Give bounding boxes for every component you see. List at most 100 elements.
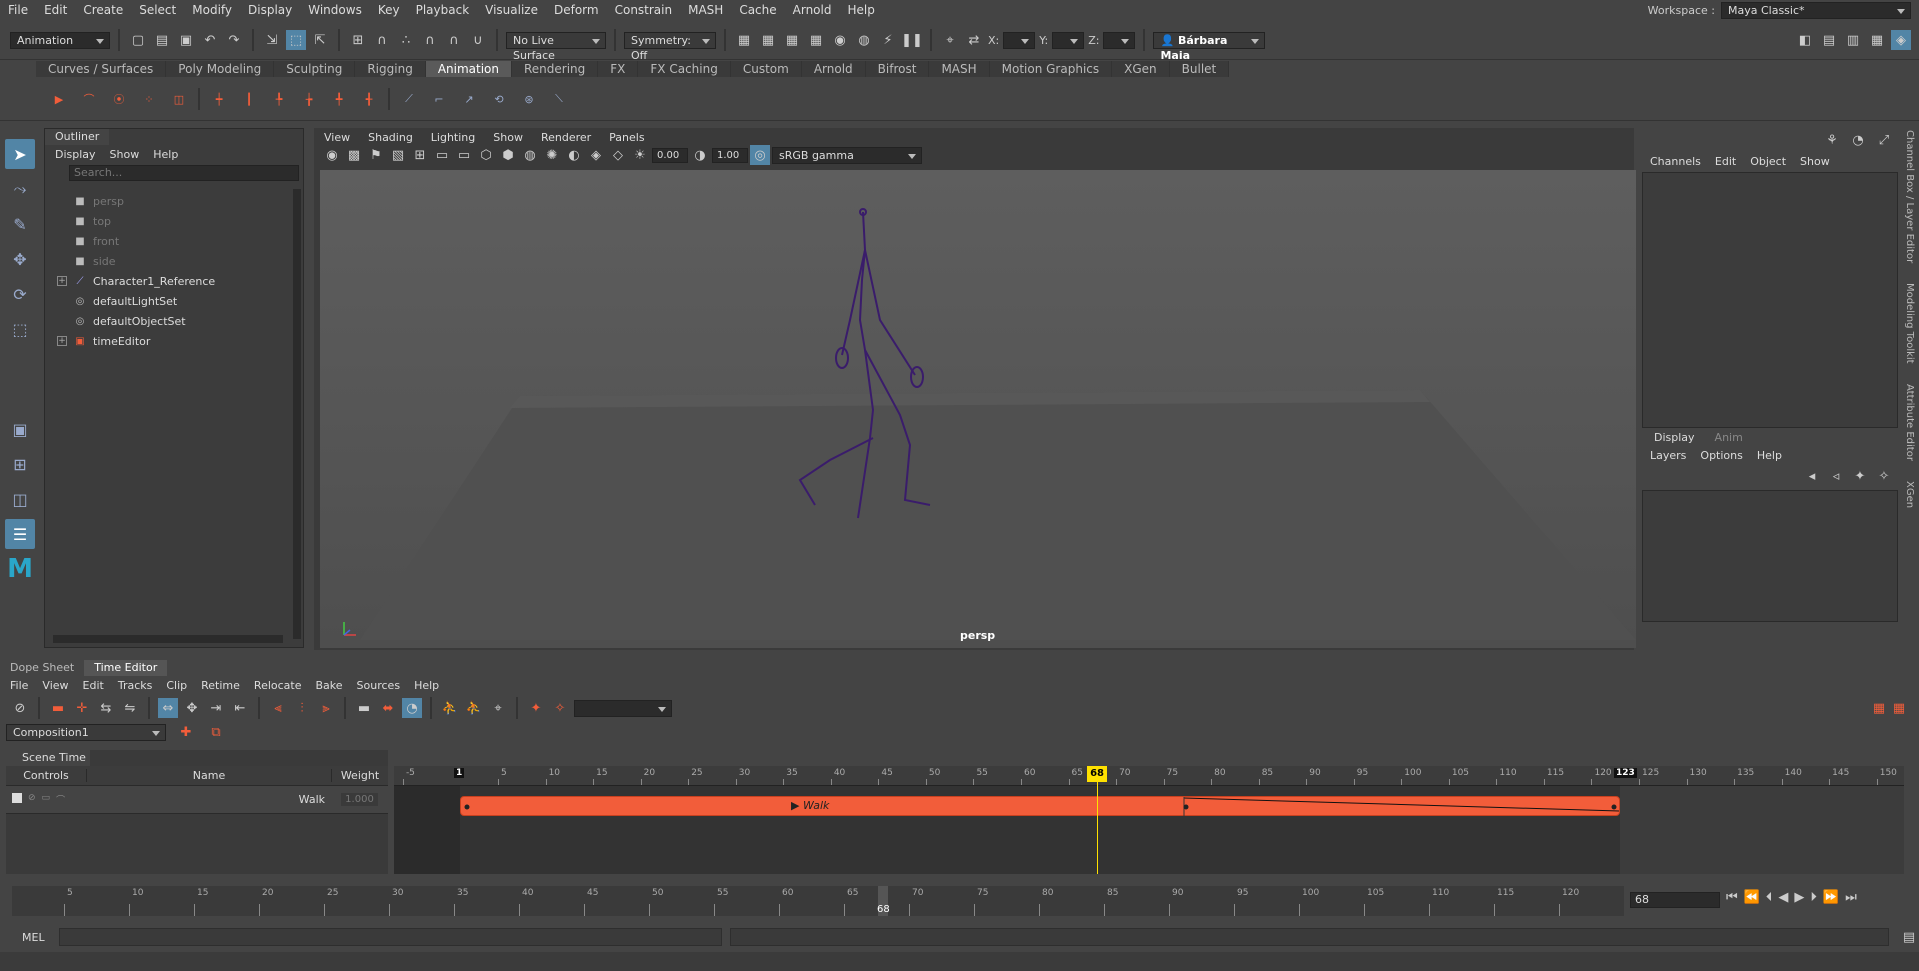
- side-tab-xgen[interactable]: XGen: [1904, 481, 1915, 508]
- shelf-tab-mash[interactable]: MASH: [929, 61, 990, 77]
- loop-clip-icon[interactable]: ⇤: [230, 698, 250, 718]
- viewport-menu-shading[interactable]: Shading: [368, 131, 413, 144]
- viewport-menu-lighting[interactable]: Lighting: [431, 131, 475, 144]
- menu-windows[interactable]: Windows: [300, 0, 370, 20]
- menu-create[interactable]: Create: [75, 0, 131, 20]
- menu-set-dropdown[interactable]: Animation: [10, 31, 110, 49]
- outliner-menu-show[interactable]: Show: [110, 148, 140, 161]
- panel-tab-dope-sheet[interactable]: Dope Sheet: [0, 660, 84, 676]
- shadows-icon[interactable]: ◐: [564, 145, 584, 165]
- current-frame-field[interactable]: 68: [1630, 892, 1720, 908]
- mute-icon[interactable]: ⊘: [10, 698, 30, 718]
- blend-icon[interactable]: ⬌: [378, 698, 398, 718]
- outliner-node[interactable]: ◎ defaultObjectSet: [45, 311, 295, 331]
- snap-curve-icon[interactable]: ∩: [372, 30, 392, 50]
- outliner-tab[interactable]: Outliner: [45, 129, 110, 145]
- track-weight-field[interactable]: 1.000: [341, 793, 378, 806]
- tool-settings-icon[interactable]: ▥: [1843, 30, 1863, 50]
- lights-icon[interactable]: ✺: [542, 145, 562, 165]
- mel-label[interactable]: MEL: [0, 931, 59, 944]
- shelf-tab-custom[interactable]: Custom: [730, 61, 802, 77]
- outliner-node[interactable]: ■ side: [45, 251, 295, 271]
- ghost-icon[interactable]: ⦿: [106, 86, 132, 112]
- track-mute-icon[interactable]: ⊘: [28, 793, 36, 806]
- duplicate-composition-icon[interactable]: ⧉: [206, 722, 226, 742]
- walk-clip[interactable]: ▶ Walk: [460, 796, 1620, 817]
- side-tab-modeling-toolkit[interactable]: Modeling Toolkit: [1904, 283, 1915, 364]
- menu-arnold[interactable]: Arnold: [785, 0, 840, 20]
- xray-icon[interactable]: ◇: [608, 145, 628, 165]
- snap-point-icon[interactable]: ∴: [396, 30, 416, 50]
- ipr-render-icon[interactable]: ▦: [782, 30, 802, 50]
- rig-icon[interactable]: ⛹: [464, 698, 484, 718]
- bind-skin-icon[interactable]: ⟲: [486, 86, 512, 112]
- select-object-icon[interactable]: ⬚: [286, 30, 306, 50]
- shelf-tab-fx-caching[interactable]: FX Caching: [638, 61, 731, 77]
- snap-surface-icon[interactable]: ∩: [444, 30, 464, 50]
- outliner-h-scrollbar[interactable]: [53, 635, 283, 643]
- shelf-tab-bifrost[interactable]: Bifrost: [865, 61, 930, 77]
- track-solo-icon[interactable]: ⌒: [56, 793, 65, 806]
- live-surface-field[interactable]: No Live Surface: [506, 31, 606, 62]
- menu-constrain[interactable]: Constrain: [607, 0, 681, 20]
- four-pane-icon[interactable]: ⊞: [5, 449, 35, 479]
- attribute-editor-icon[interactable]: ▤: [1819, 30, 1839, 50]
- parent-constraint-icon[interactable]: ╄: [266, 86, 292, 112]
- new-composition-icon[interactable]: ✚: [176, 722, 196, 742]
- scale-constraint-icon[interactable]: ╉: [356, 86, 382, 112]
- time-editor-menu-tracks[interactable]: Tracks: [118, 679, 153, 692]
- playblast-icon[interactable]: ▶: [46, 86, 72, 112]
- image-plane-icon[interactable]: ▧: [388, 145, 408, 165]
- color-space-dropdown[interactable]: sRGB gamma: [772, 146, 922, 164]
- snap-time-icon[interactable]: ◔: [402, 698, 422, 718]
- render-frame-icon[interactable]: ▦: [734, 30, 754, 50]
- z-field[interactable]: [1103, 31, 1136, 49]
- undo-icon[interactable]: ↶: [200, 30, 220, 50]
- track-lock-icon[interactable]: ▭: [42, 793, 51, 806]
- camera-select-icon[interactable]: ◉: [322, 145, 342, 165]
- workspace-dropdown[interactable]: Maya Classic*: [1721, 1, 1911, 19]
- hold-icon[interactable]: ▬: [354, 698, 374, 718]
- key-icon[interactable]: ✦: [526, 698, 546, 718]
- outliner-node[interactable]: ■ persp: [45, 191, 295, 211]
- add-audio-icon[interactable]: ⇋: [120, 698, 140, 718]
- clip-split-icon[interactable]: ⫶: [292, 698, 312, 718]
- y-field[interactable]: [1052, 31, 1085, 49]
- select-tool-icon[interactable]: ➤: [5, 139, 35, 169]
- layer-menu-options[interactable]: Options: [1700, 449, 1742, 462]
- menu-select[interactable]: Select: [131, 0, 184, 20]
- outliner-search-input[interactable]: Search...: [69, 165, 299, 181]
- menu-key[interactable]: Key: [370, 0, 408, 20]
- render-settings-icon[interactable]: ▦: [806, 30, 826, 50]
- menu-playback[interactable]: Playback: [408, 0, 478, 20]
- rotate-tool-icon[interactable]: ⟳: [5, 279, 35, 309]
- x-field[interactable]: [1003, 31, 1036, 49]
- outliner-node[interactable]: ◎ defaultLightSet: [45, 291, 295, 311]
- isolate-select-icon[interactable]: ◈: [586, 145, 606, 165]
- smooth-shade-icon[interactable]: ⬢: [498, 145, 518, 165]
- new-scene-icon[interactable]: ▢: [128, 30, 148, 50]
- unghost-icon[interactable]: ⁘: [136, 86, 162, 112]
- viewport-menu-view[interactable]: View: [324, 131, 350, 144]
- time-editor-ruler[interactable]: -5 5 10 15 20 25 30 35 40 45 50 55 60 65 70 75 80 85 90 95 1…: [394, 766, 1904, 786]
- graph-editor-icon[interactable]: ▦: [1869, 698, 1889, 718]
- track-area[interactable]: -5 5 10 15 20 25 30 35 40 45 50 55 60 65 70 75 80 85 90 95 1…: [394, 766, 1904, 874]
- composition-dropdown[interactable]: Composition1: [6, 723, 166, 741]
- viewport-menu-panels[interactable]: Panels: [609, 131, 644, 144]
- resolution-gate-icon[interactable]: ▭: [454, 145, 474, 165]
- layer-menu-layers[interactable]: Layers: [1650, 449, 1686, 462]
- scene-time-tab[interactable]: Scene Time: [6, 750, 90, 766]
- shelf-tab-poly-modeling[interactable]: Poly Modeling: [166, 61, 275, 77]
- create-joint-icon[interactable]: ↗: [456, 86, 482, 112]
- bookmark-icon[interactable]: ⚑: [366, 145, 386, 165]
- two-pane-icon[interactable]: ◫: [5, 484, 35, 514]
- add-pose-icon[interactable]: ✛: [72, 698, 92, 718]
- viewport-menu-show[interactable]: Show: [493, 131, 523, 144]
- viewport-menu-renderer[interactable]: Renderer: [541, 131, 591, 144]
- layer-tab-display[interactable]: Display: [1644, 430, 1705, 446]
- redo-icon[interactable]: ↷: [224, 30, 244, 50]
- user-account-dropdown[interactable]: 👤 Bárbara Maia: [1153, 31, 1266, 62]
- orient-constraint-icon[interactable]: ╇: [326, 86, 352, 112]
- side-tab-attribute-editor[interactable]: Attribute Editor: [1904, 384, 1915, 461]
- time-editor-menu-clip[interactable]: Clip: [166, 679, 187, 692]
